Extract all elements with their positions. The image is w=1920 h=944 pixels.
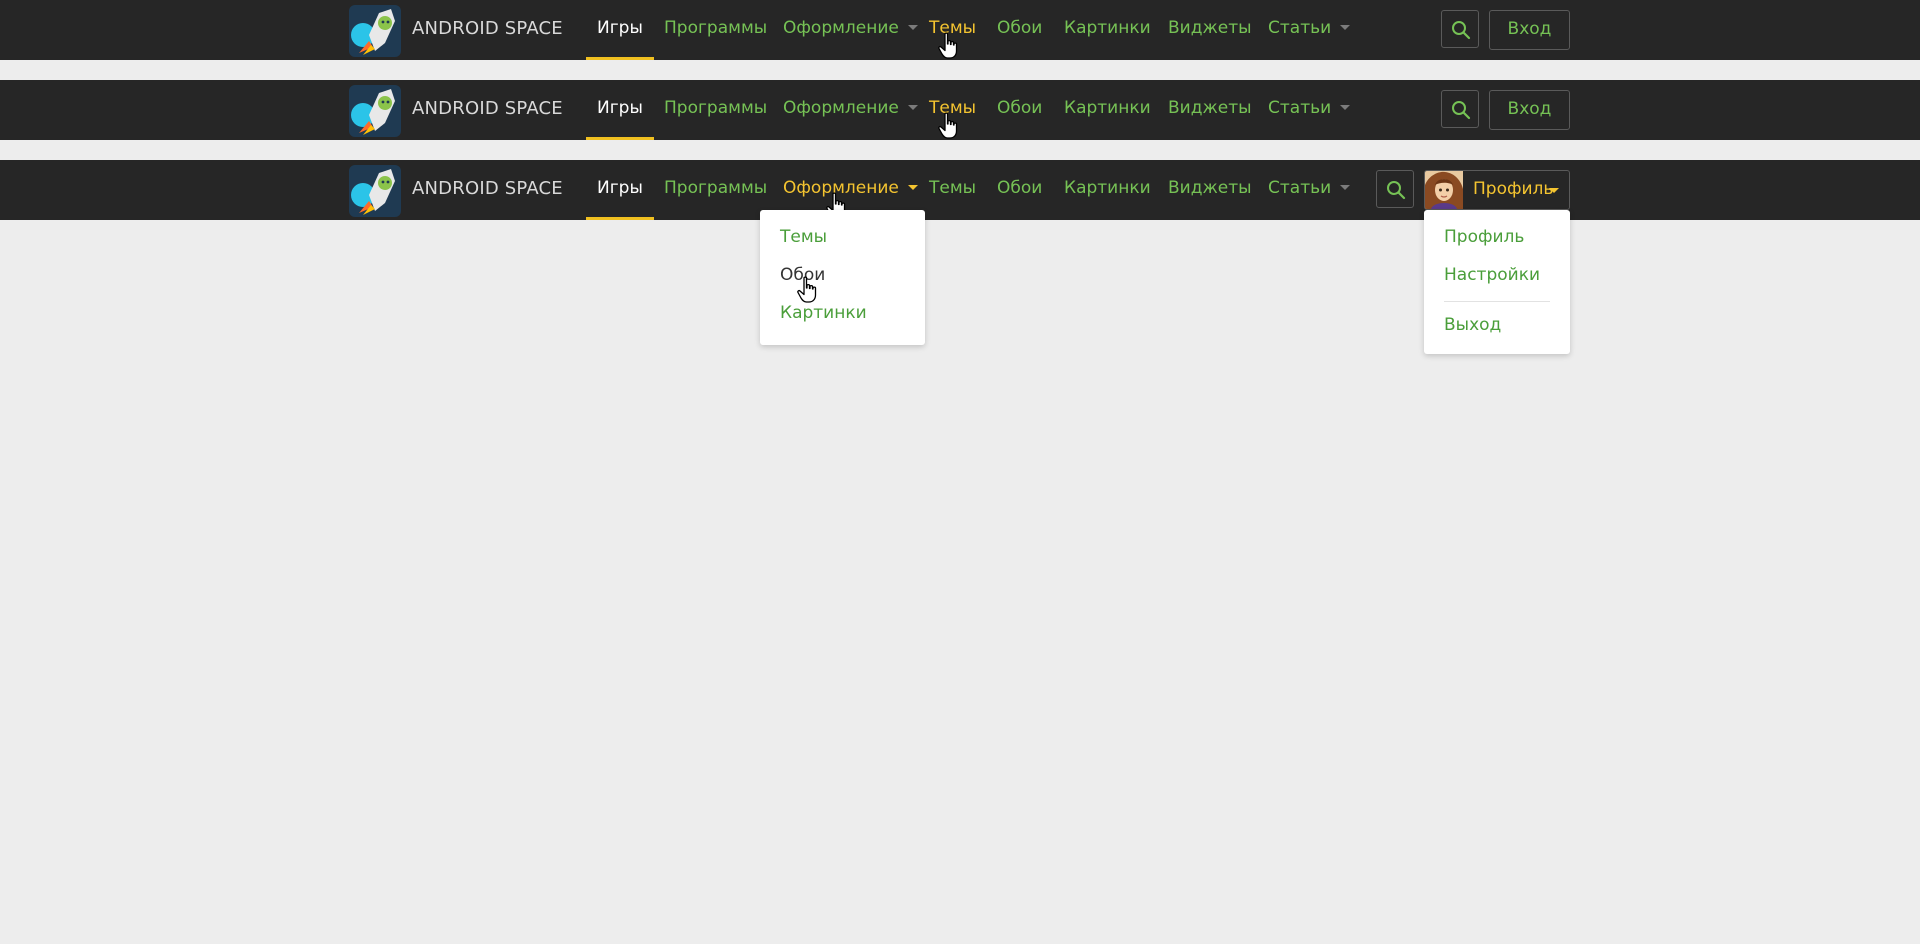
search-icon [1387,181,1406,200]
nav-item-wallpapers[interactable]: Обои [997,0,1042,60]
nav-item-wallpapers[interactable]: Обои [997,80,1042,140]
navbar-state-hover-themes-2: ANDROID SPACE Игры Программы Оформление … [0,80,1920,140]
dropdown-item-profile[interactable]: Профиль [1444,227,1524,247]
user-avatar [1425,171,1463,209]
nav-item-articles-label: Статьи [1268,178,1332,198]
login-button[interactable]: Вход [1489,10,1570,50]
nav-item-programs[interactable]: Программы [664,0,767,60]
chevron-down-icon [907,25,918,30]
chevron-down-icon [907,185,918,190]
nav-item-articles[interactable]: Статьи [1268,160,1351,220]
brand-name[interactable]: ANDROID SPACE [412,178,563,199]
login-button[interactable]: Вход [1489,90,1570,130]
nav-item-programs[interactable]: Программы [664,160,767,220]
search-button[interactable] [1441,10,1479,48]
brand-name[interactable]: ANDROID SPACE [412,98,563,119]
nav-item-decor[interactable]: Оформление [783,0,918,60]
nav-item-pictures[interactable]: Картинки [1064,80,1151,140]
search-button[interactable] [1376,170,1414,208]
nav-item-themes[interactable]: Темы [929,80,976,140]
nav-item-pictures[interactable]: Картинки [1064,0,1151,60]
nav-item-games[interactable]: Игры [586,80,654,140]
nav-item-games[interactable]: Игры [586,160,654,220]
nav-item-widgets[interactable]: Виджеты [1168,0,1252,60]
search-button[interactable] [1441,90,1479,128]
chevron-down-icon [1549,188,1559,193]
dropdown-divider [1444,301,1550,302]
profile-button[interactable]: Профиль [1424,170,1570,210]
nav-item-articles-label: Статьи [1268,98,1332,118]
chevron-down-icon [1340,105,1351,110]
dropdown-item-themes[interactable]: Темы [780,227,827,247]
nav-item-articles-label: Статьи [1268,18,1332,38]
nav-item-programs[interactable]: Программы [664,80,767,140]
chevron-down-icon [907,105,918,110]
nav-item-widgets[interactable]: Виджеты [1168,160,1252,220]
chevron-down-icon [1340,185,1351,190]
nav-item-widgets[interactable]: Виджеты [1168,80,1252,140]
navbar-state-hover-themes: ANDROID SPACE Игры Программы Оформление … [0,0,1920,60]
nav-item-decor-label: Оформление [783,178,899,198]
nav-item-decor-label: Оформление [783,98,899,118]
nav-item-games[interactable]: Игры [586,0,654,60]
dropdown-item-pictures[interactable]: Картинки [780,303,867,323]
page: ANDROID SPACE Игры Программы Оформление … [0,0,1920,944]
nav-item-articles[interactable]: Статьи [1268,0,1351,60]
brand-name[interactable]: ANDROID SPACE [412,18,563,39]
rocket-android-logo-icon[interactable] [349,85,401,137]
nav-item-themes[interactable]: Темы [929,160,976,220]
nav-item-themes[interactable]: Темы [929,0,976,60]
dropdown-item-wallpapers[interactable]: Обои [780,265,825,285]
dropdown-item-settings[interactable]: Настройки [1444,265,1540,285]
rocket-android-logo-icon[interactable] [349,165,401,217]
search-icon [1452,101,1471,120]
nav-item-pictures[interactable]: Картинки [1064,160,1151,220]
rocket-android-logo-icon[interactable] [349,5,401,57]
nav-item-decor-label: Оформление [783,18,899,38]
decor-dropdown-menu: Темы Обои Картинки [760,210,925,345]
search-icon [1452,21,1471,40]
nav-item-wallpapers[interactable]: Обои [997,160,1042,220]
dropdown-item-logout[interactable]: Выход [1444,315,1501,335]
nav-item-articles[interactable]: Статьи [1268,80,1351,140]
profile-label: Профиль [1473,179,1554,199]
navbar-state-logged-in: ANDROID SPACE Игры Программы Оформление … [0,160,1920,220]
chevron-down-icon [1340,25,1351,30]
profile-dropdown-menu: Профиль Настройки Выход [1424,210,1570,354]
nav-item-decor[interactable]: Оформление [783,80,918,140]
